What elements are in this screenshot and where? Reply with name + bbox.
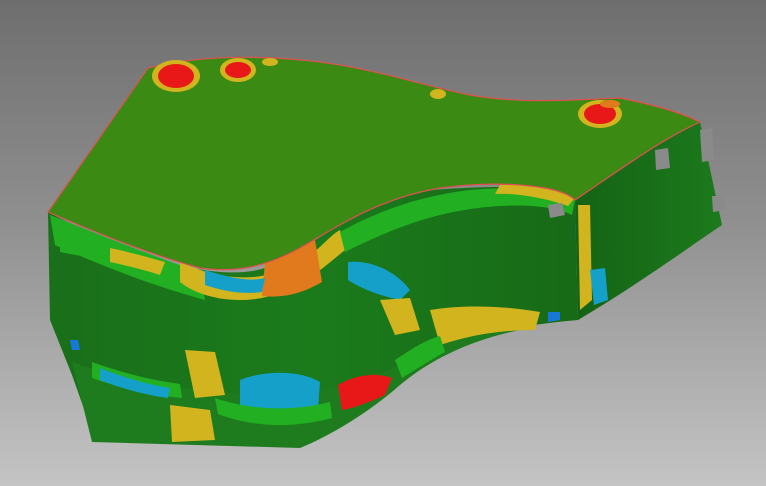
3d-viewport[interactable] (0, 0, 766, 486)
part-model[interactable] (0, 0, 766, 486)
